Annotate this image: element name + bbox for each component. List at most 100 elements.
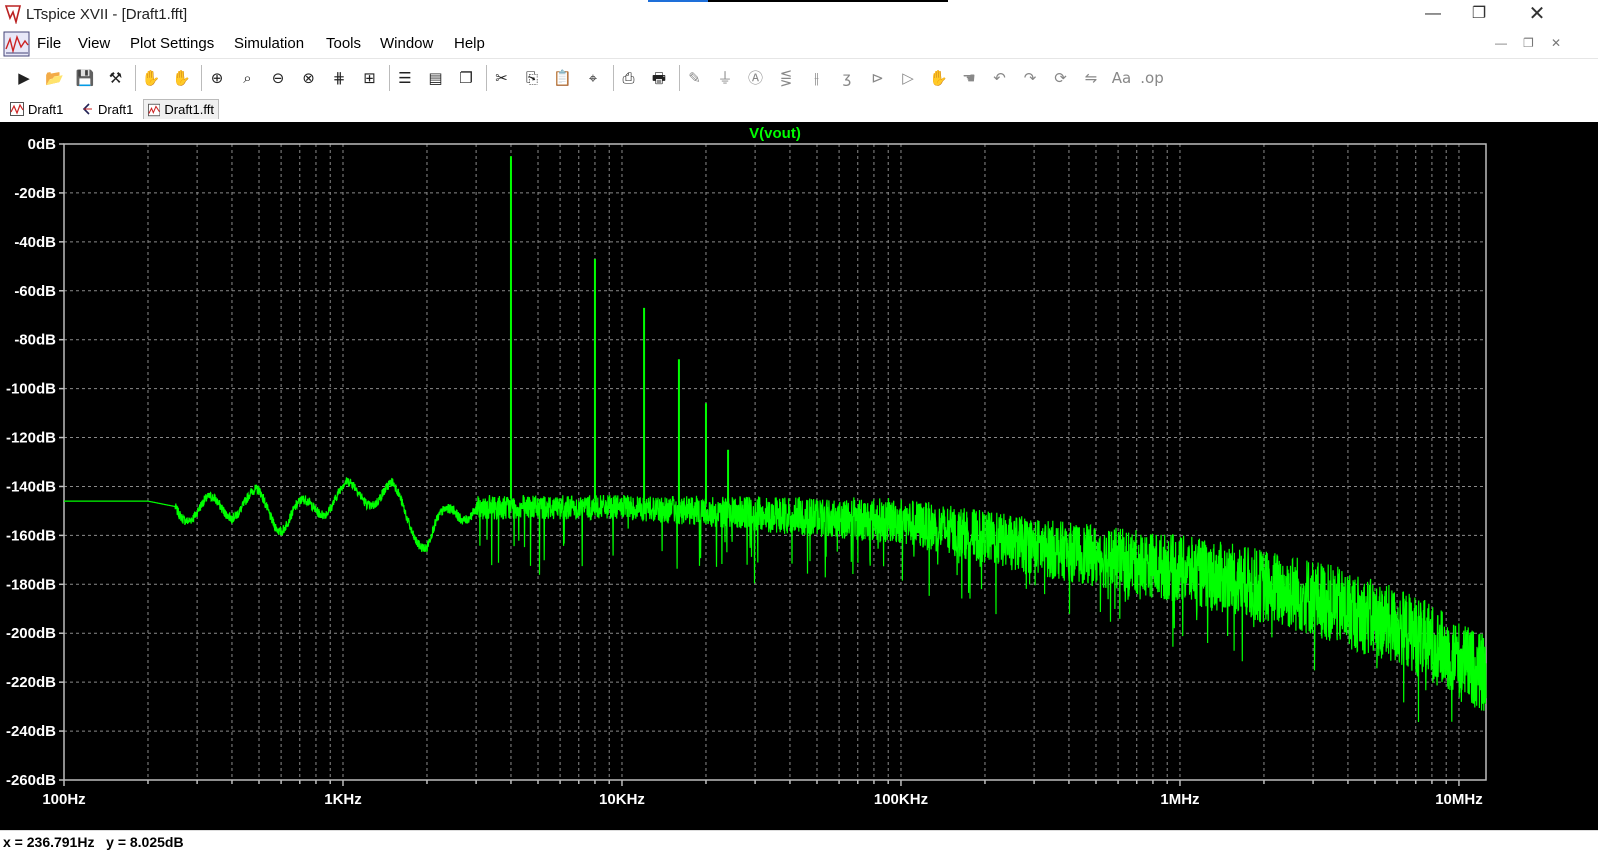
menu-tools[interactable]: Tools [326, 35, 361, 52]
cursor-readout: x = 236.791Hz y = 8.025dB [3, 834, 184, 850]
restore-button[interactable]: ❐ [1456, 0, 1502, 30]
capacitor-button[interactable]: ⫲ [805, 66, 829, 90]
cascade-button[interactable]: ❐ [454, 66, 478, 90]
pan-button[interactable]: ✋ [170, 66, 194, 90]
y-tick-label: -20dB [14, 185, 56, 202]
cut-button[interactable]: ✂ [490, 66, 514, 90]
tile-vertical-button[interactable]: ▤ [424, 66, 448, 90]
trace-layer [64, 156, 1487, 723]
menu-window[interactable]: Window [380, 35, 433, 52]
menu-view[interactable]: View [78, 35, 110, 52]
save-icon: 💾 [75, 69, 95, 87]
y-tick-label: -100dB [6, 381, 56, 398]
control-panel-button[interactable]: ⚒ [104, 66, 128, 90]
y-tick-label: -200dB [6, 625, 56, 642]
redo-button[interactable]: ↷ [1018, 66, 1042, 90]
ltspice-logo-icon [4, 5, 22, 24]
mdi-restore-button[interactable]: ❐ [1523, 36, 1534, 50]
rotate-button[interactable]: ⟳ [1049, 66, 1073, 90]
inductor-icon: ʒ [842, 69, 852, 87]
copy-icon: ⎘ [525, 69, 538, 87]
window-title: LTspice XVII - [Draft1.fft] [26, 6, 188, 23]
cut-icon: ✂ [495, 69, 508, 87]
label-net-button[interactable]: Ⓐ [744, 66, 768, 90]
spice-directive-icon: .op [1140, 69, 1164, 87]
wire-button[interactable]: ✎ [683, 66, 707, 90]
x-tick-label: 100Hz [42, 791, 85, 808]
inductor-button[interactable]: ʒ [835, 66, 859, 90]
tab-draft1-waveform[interactable]: Draft1 [6, 99, 70, 119]
zoom-out-button[interactable]: ⊖ [266, 66, 290, 90]
cascade-icon: ❐ [459, 69, 473, 87]
toolbar-separator [201, 65, 202, 91]
mirror-button[interactable]: ⇋ [1079, 66, 1103, 90]
mdi-close-button[interactable]: ✕ [1551, 36, 1561, 50]
manual-limits-button[interactable]: ⊞ [358, 66, 382, 90]
zoom-in-button[interactable]: ⊕ [205, 66, 229, 90]
menu-bar: File View Plot Settings Simulation Tools… [0, 30, 1598, 58]
manual-limits-icon: ⊞ [363, 69, 376, 87]
schematic-icon [82, 103, 92, 115]
fft-icon [148, 103, 161, 116]
control-panel-icon: ⚒ [108, 69, 123, 87]
print-button[interactable]: ⎙ [617, 66, 641, 90]
print-preview-button[interactable]: 🖶 [647, 66, 671, 90]
grid [63, 143, 1486, 781]
redo-icon: ↷ [1023, 69, 1037, 87]
resistor-button[interactable]: ⋚ [774, 66, 798, 90]
zoom-out-icon: ⊖ [271, 69, 285, 87]
find-button[interactable]: ⌖ [581, 66, 605, 90]
y-tick-label: -160dB [6, 527, 56, 544]
y-tick-label: -240dB [6, 723, 56, 740]
trace-v-vout[interactable] [64, 477, 1487, 723]
halt-button[interactable]: ✋ [139, 66, 163, 90]
tile-horizontal-button[interactable]: ☰ [393, 66, 417, 90]
menu-help[interactable]: Help [454, 35, 485, 52]
spice-directive-button[interactable]: .op [1140, 66, 1164, 90]
tab-label: Draft1 [98, 101, 134, 117]
zoom-cancel-button[interactable]: ⊗ [297, 66, 321, 90]
move-button[interactable]: ✋ [927, 66, 951, 90]
autorange-button[interactable]: ⋕ [327, 66, 351, 90]
waveform-window-icon[interactable] [3, 31, 30, 57]
save-button[interactable]: 💾 [73, 66, 97, 90]
ground-icon: ⏚ [717, 69, 733, 87]
mdi-minimize-button[interactable]: — [1495, 36, 1507, 50]
tab-draft1-fft[interactable]: Draft1.fft [143, 99, 219, 119]
tile-vertical-icon: ▤ [428, 69, 443, 87]
close-button[interactable]: ✕ [1514, 0, 1560, 30]
tab-draft1-schematic[interactable]: Draft1 [76, 99, 138, 119]
menu-file[interactable]: File [37, 35, 61, 52]
fft-plot[interactable]: 0dB -20dB -40dB -60dB -80dB -100dB -120dB -140d… [0, 122, 1598, 830]
text-button[interactable]: Aa [1110, 66, 1134, 90]
y-tick-label: -80dB [14, 332, 56, 349]
open-button[interactable]: 📂 [43, 66, 67, 90]
resistor-icon: ⋚ [779, 69, 793, 87]
toolbar-separator [135, 65, 136, 91]
menu-plot-settings[interactable]: Plot Settings [130, 35, 214, 52]
pan-icon: ✋ [172, 69, 191, 87]
undo-button[interactable]: ↶ [988, 66, 1012, 90]
tab-label: Draft1.fft [164, 102, 214, 117]
ground-button[interactable]: ⏚ [713, 66, 737, 90]
trace-title[interactable]: V(vout) [749, 125, 801, 142]
run-button[interactable]: ▶ [12, 66, 36, 90]
y-tick-label: -40dB [14, 234, 56, 251]
y-tick-label: -180dB [6, 576, 56, 593]
toolbar-separator [485, 65, 487, 91]
undo-icon: ↶ [993, 69, 1006, 87]
component-button[interactable]: ▷ [896, 66, 920, 90]
plot-window[interactable]: 0dB -20dB -40dB -60dB -80dB -100dB -120dB -140d… [0, 122, 1598, 830]
minimize-button[interactable]: — [1410, 0, 1456, 30]
paste-button[interactable]: 📋 [551, 66, 575, 90]
diode-button[interactable]: ⊳ [866, 66, 890, 90]
menu-simulation[interactable]: Simulation [234, 35, 304, 52]
x-tick-label: 10MHz [1435, 791, 1483, 808]
print-preview-icon: 🖶 [651, 69, 667, 87]
drag-button[interactable]: ☚ [957, 66, 981, 90]
title-bar: LTspice XVII - [Draft1.fft] — ❐ ✕ [0, 0, 1598, 30]
copy-button[interactable]: ⎘ [520, 66, 544, 90]
zoom-area-button[interactable]: ⌕ [236, 66, 260, 90]
x-tick-label: 1KHz [324, 791, 362, 808]
status-bar: x = 236.791Hz y = 8.025dB [0, 830, 1598, 851]
